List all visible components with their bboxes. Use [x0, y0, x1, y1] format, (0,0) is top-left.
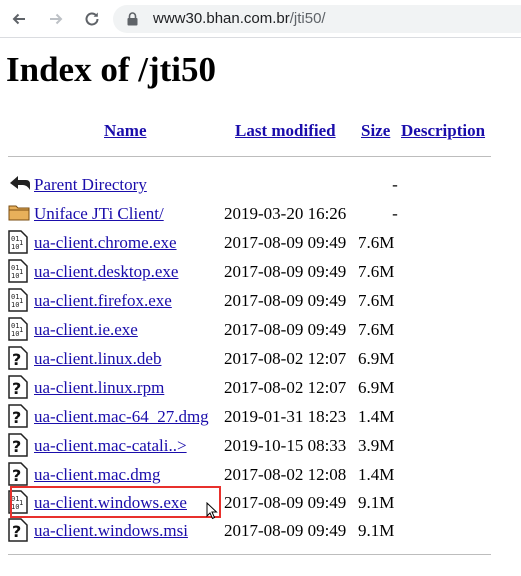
row-date: 2017-08-09 09:49 [224, 493, 347, 512]
link-file[interactable]: ua-client.chrome.exe [34, 233, 177, 253]
binary-file-icon: 01 10 1 [8, 317, 30, 341]
table-row: ? ua-client.mac-catali..> 2019-10-15 08:… [0, 433, 521, 462]
svg-text:1: 1 [19, 326, 23, 334]
link-uniface-jti-client[interactable]: Uniface JTi Client/ [34, 204, 164, 224]
link-file[interactable]: ua-client.firefox.exe [34, 291, 172, 311]
row-size: 9.1M [358, 521, 395, 540]
table-row-parent-directory: Parent Directory - [0, 172, 521, 201]
reload-button[interactable] [79, 6, 105, 32]
link-file[interactable]: ua-client.linux.rpm [34, 378, 164, 398]
link-file[interactable]: ua-client.ie.exe [34, 320, 138, 340]
row-date: 2017-08-09 09:49 [224, 233, 347, 252]
row-size: 7.6M [358, 291, 395, 310]
link-file[interactable]: ua-client.desktop.exe [34, 262, 178, 282]
row-date: 2017-08-09 09:49 [224, 320, 347, 339]
row-date: 2017-08-02 12:07 [224, 349, 347, 368]
column-header-description[interactable]: Description [401, 121, 485, 141]
row-size: - [392, 175, 398, 194]
reload-icon [85, 12, 99, 26]
column-header-size[interactable]: Size [361, 121, 390, 141]
link-file[interactable]: ua-client.linux.deb [34, 349, 161, 369]
binary-file-icon: 01 10 1 [8, 259, 30, 283]
footer-divider [8, 554, 491, 555]
unknown-file-icon: ? [8, 404, 30, 428]
url-path: /jti50/ [289, 10, 326, 27]
row-date: 2019-01-31 18:23 [224, 407, 347, 426]
row-date: 2017-08-09 09:49 [224, 262, 347, 281]
row-date: 2017-08-02 12:07 [224, 378, 347, 397]
table-row-folder: Uniface JTi Client/ 2019-03-20 16:26 - [0, 201, 521, 230]
arrow-right-icon [50, 13, 63, 25]
row-date: 2017-08-09 09:49 [224, 521, 347, 540]
link-file[interactable]: ua-client.mac.dmg [34, 465, 161, 485]
row-size: - [392, 204, 398, 223]
url-text: www30.bhan.com.br/jti50/ [153, 10, 326, 27]
folder-icon [8, 201, 30, 225]
browser-toolbar: www30.bhan.com.br/jti50/ [0, 0, 521, 38]
arrow-left-icon [12, 13, 25, 25]
back-button[interactable] [6, 6, 32, 32]
table-row: ? ua-client.mac-64_27.dmg 2019-01-31 18:… [0, 404, 521, 433]
table-row: 01 10 1 ua-client.chrome.exe 2017-08-09 09… [0, 230, 521, 259]
link-parent-directory[interactable]: Parent Directory [34, 175, 147, 195]
row-size: 6.9M [358, 378, 395, 397]
back-arrow-icon [8, 172, 30, 196]
mouse-cursor-icon [206, 502, 218, 520]
row-date: 2019-10-15 08:33 [224, 436, 347, 455]
unknown-file-icon: ? [8, 462, 30, 486]
row-size: 1.4M [358, 465, 395, 484]
unknown-file-icon: ? [8, 518, 30, 542]
highlight-box [10, 486, 221, 518]
table-row: 01 10 1 ua-client.ie.exe 2017-08-09 09:49 … [0, 317, 521, 346]
row-size: 7.6M [358, 262, 395, 281]
svg-text:?: ? [12, 379, 21, 398]
table-row: 01 10 1 ua-client.firefox.exe 2017-08-09 0… [0, 288, 521, 317]
svg-text:?: ? [12, 522, 21, 541]
row-size: 7.6M [358, 233, 395, 252]
page-title: Index of /jti50 [6, 50, 216, 89]
binary-file-icon: 01 10 1 [8, 230, 30, 254]
unknown-file-icon: ? [8, 375, 30, 399]
row-date: 2017-08-09 09:49 [224, 291, 347, 310]
binary-file-icon: 01 10 1 [8, 288, 30, 312]
table-row: 01 10 1 ua-client.desktop.exe 2017-08-09 0… [0, 259, 521, 288]
svg-text:?: ? [12, 466, 21, 485]
svg-text:1: 1 [19, 268, 23, 276]
row-size: 1.4M [358, 407, 395, 426]
unknown-file-icon: ? [8, 433, 30, 457]
link-file[interactable]: ua-client.mac-64_27.dmg [34, 407, 209, 427]
column-header-name[interactable]: Name [104, 121, 146, 141]
row-date: 2019-03-20 16:26 [224, 204, 347, 223]
table-row: ? ua-client.windows.msi 2017-08-09 09:49… [0, 518, 521, 547]
svg-text:?: ? [12, 350, 21, 369]
address-bar[interactable]: www30.bhan.com.br/jti50/ [113, 5, 521, 33]
table-row: ? ua-client.linux.rpm 2017-08-02 12:07 6… [0, 375, 521, 404]
unknown-file-icon: ? [8, 346, 30, 370]
row-size: 6.9M [358, 349, 395, 368]
table-row: ? ua-client.linux.deb 2017-08-02 12:07 6… [0, 346, 521, 375]
url-host: www30.bhan.com.br [153, 10, 290, 27]
lock-icon [127, 12, 138, 26]
row-size: 3.9M [358, 436, 395, 455]
row-size: 9.1M [358, 493, 395, 512]
forward-button[interactable] [43, 6, 69, 32]
svg-text:?: ? [12, 408, 21, 427]
link-file[interactable]: ua-client.windows.msi [34, 521, 188, 541]
column-header-last-modified[interactable]: Last modified [235, 121, 336, 141]
link-file[interactable]: ua-client.mac-catali..> [34, 436, 187, 456]
row-date: 2017-08-02 12:08 [224, 465, 347, 484]
header-divider [8, 156, 491, 157]
row-size: 7.6M [358, 320, 395, 339]
svg-text:?: ? [12, 437, 21, 456]
svg-text:1: 1 [19, 297, 23, 305]
svg-text:1: 1 [19, 239, 23, 247]
